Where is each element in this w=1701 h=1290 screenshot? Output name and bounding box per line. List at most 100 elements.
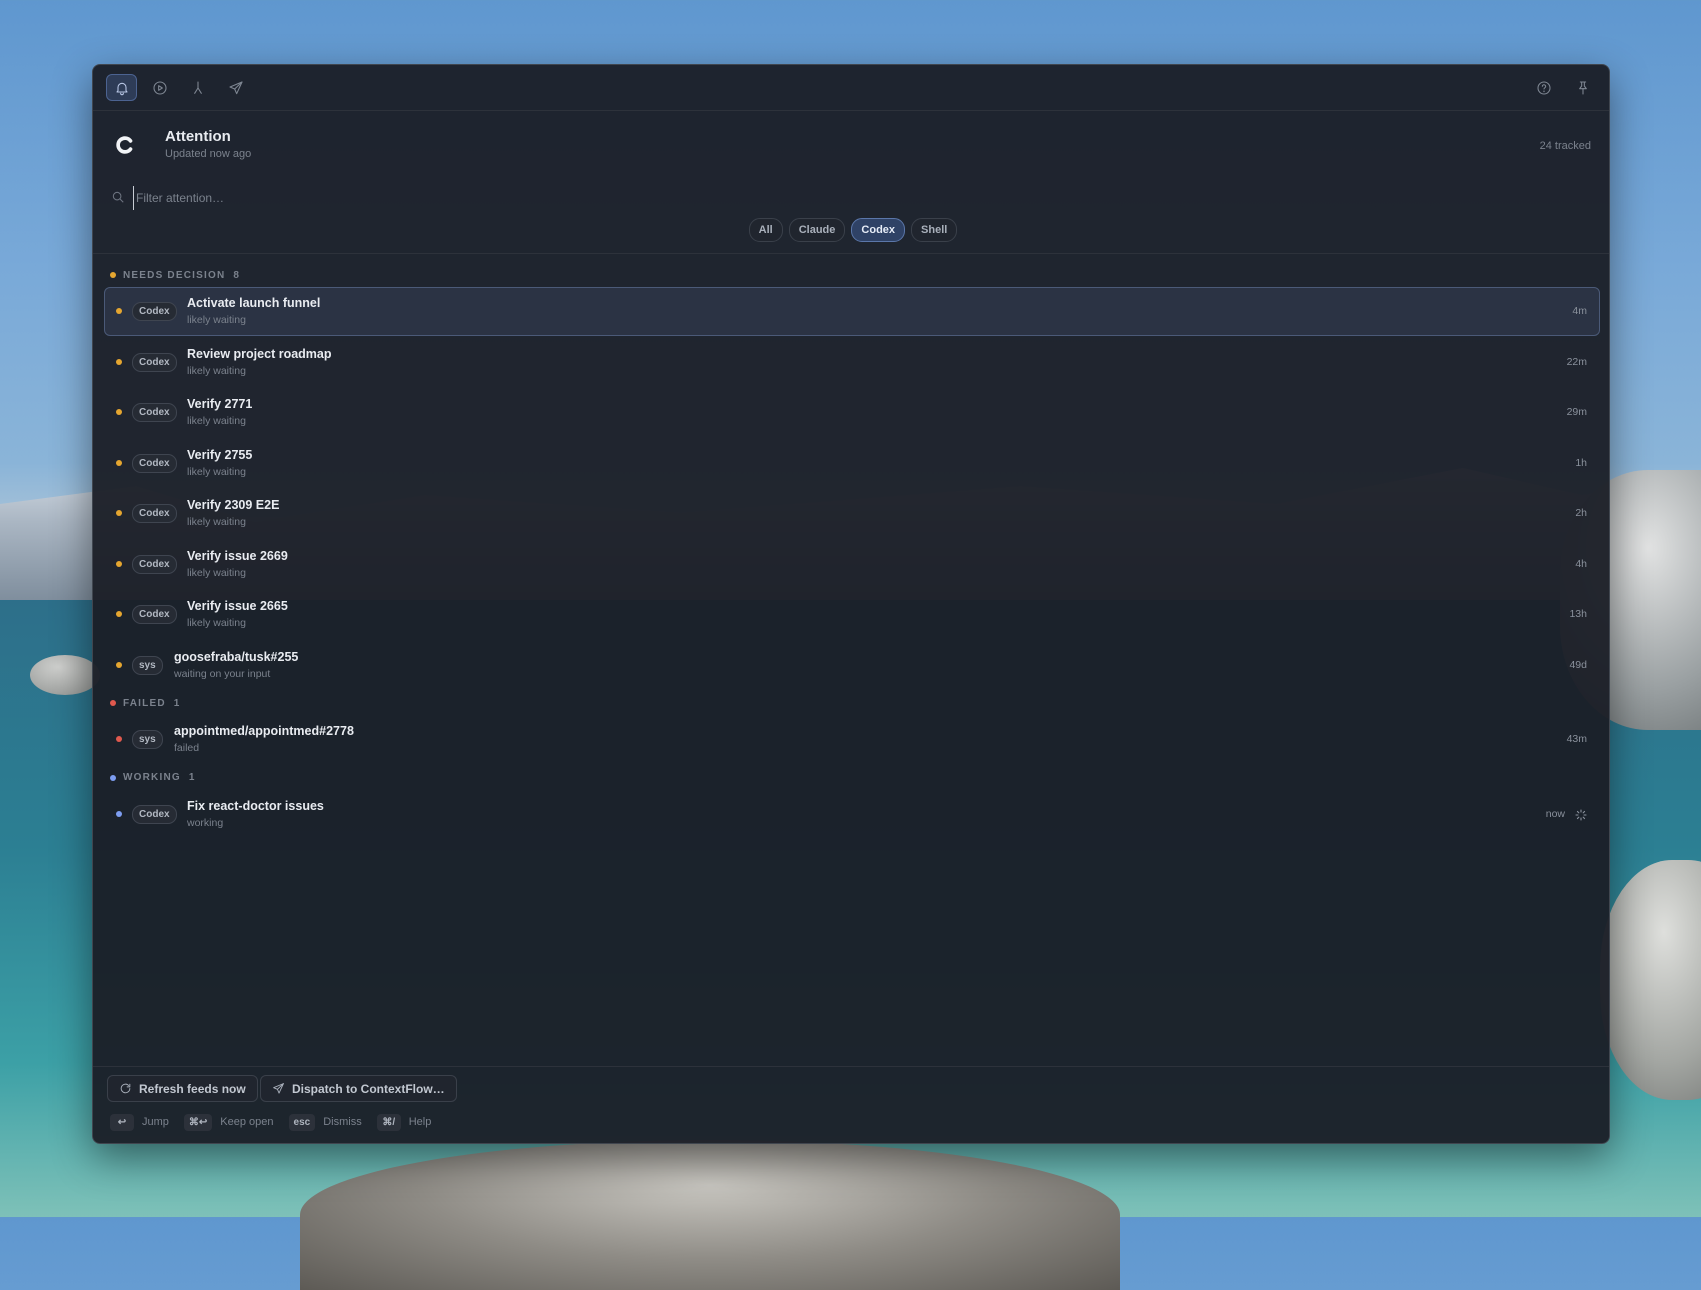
shortcut-key: ⌘↩	[183, 1113, 213, 1131]
dispatch-button[interactable]: Dispatch to ContextFlow…	[260, 1075, 457, 1102]
item-age: 4h	[1575, 557, 1587, 570]
source-badge: Codex	[132, 352, 177, 372]
refresh-feeds-button[interactable]: Refresh feeds now	[107, 1075, 258, 1102]
app-logo	[111, 131, 139, 159]
filter-chip-all[interactable]: All	[748, 218, 783, 242]
list-item[interactable]: Codex Verify 2755 likely waiting 1h	[104, 439, 1600, 488]
help-icon	[1536, 80, 1551, 95]
section-status-dot	[110, 700, 116, 706]
list-item[interactable]: sys goosefraba/tusk#255 waiting on your in…	[104, 641, 1600, 690]
item-age: 4m	[1572, 305, 1587, 317]
item-title: Fix react-doctor issues	[187, 798, 324, 813]
item-status: likely waiting	[187, 314, 246, 326]
search-icon	[112, 191, 124, 203]
section-count: 1	[173, 697, 181, 709]
list-item[interactable]: Codex Verify issue 2669 likely waiting 4h	[104, 540, 1600, 589]
item-title: Review project roadmap	[187, 346, 332, 361]
status-dot	[116, 560, 122, 567]
spinner-icon	[1575, 808, 1587, 821]
item-title: goosefraba/tusk#255	[174, 649, 299, 664]
background-rock	[30, 655, 100, 695]
send-icon	[273, 1083, 284, 1094]
item-age: now	[1545, 807, 1565, 820]
item-status: likely waiting	[187, 415, 246, 427]
status-dot	[116, 308, 122, 314]
shortcut-key: ⌘/	[376, 1113, 401, 1131]
shortcut-label: Jump	[142, 1116, 169, 1128]
status-dot	[116, 409, 122, 415]
footer-divider	[93, 1066, 1609, 1067]
tab-dispatch[interactable]	[220, 74, 251, 101]
help-button[interactable]	[1528, 74, 1559, 101]
item-age: 43m	[1566, 733, 1587, 745]
item-title: Verify issue 2669	[187, 548, 288, 563]
source-badge: Codex	[132, 504, 177, 523]
background-rock	[300, 1140, 1120, 1290]
status-dot	[116, 736, 122, 742]
item-age: 29m	[1566, 406, 1587, 418]
status-dot	[116, 459, 122, 466]
list-item[interactable]: Codex Verify issue 2665 likely waiting 13h	[104, 590, 1600, 639]
section-header-needs-decision: NEEDS DECISION 8	[104, 263, 1600, 287]
status-dot	[116, 661, 122, 668]
item-status: likely waiting	[187, 617, 246, 629]
source-badge: Codex	[132, 605, 177, 624]
filter-input[interactable]	[133, 186, 738, 210]
bell-icon	[115, 82, 128, 95]
source-badge: sys	[132, 730, 163, 749]
item-title: Verify issue 2665	[187, 599, 288, 613]
shortcut-key: esc	[288, 1113, 316, 1131]
list-item[interactable]: Codex Review project roadmap likely waitin…	[104, 338, 1600, 387]
list-item[interactable]: sys appointmed/appointmed#2778 failed 43m	[104, 715, 1600, 764]
tab-branches[interactable]	[182, 74, 213, 101]
merge-icon	[193, 80, 202, 94]
shortcut-label: Help	[408, 1116, 432, 1128]
tab-running[interactable]	[144, 74, 175, 101]
list-item[interactable]: Codex Activate launch funnel likely waitin…	[104, 287, 1600, 336]
source-badge: Codex	[132, 302, 177, 321]
toolbar	[93, 65, 1609, 111]
item-status: likely waiting	[187, 364, 246, 377]
pin-button[interactable]	[1567, 74, 1598, 101]
header: Attention Updated now ago 24 tracked	[111, 125, 1591, 165]
item-age: 13h	[1569, 608, 1587, 620]
item-status: failed	[174, 742, 200, 754]
section-status-dot	[110, 272, 116, 278]
item-title: Verify 2309 E2E	[187, 498, 280, 512]
item-status: likely waiting	[187, 566, 246, 579]
tab-attention[interactable]	[106, 74, 137, 101]
item-title: Verify 2771	[187, 397, 253, 411]
filter-chip-claude[interactable]: Claude	[788, 218, 846, 242]
search-bar	[111, 186, 1591, 210]
list-item[interactable]: Codex Verify 2771 likely waiting 29m	[104, 388, 1600, 437]
item-age: 49d	[1569, 658, 1587, 671]
status-dot	[116, 510, 122, 516]
item-title: appointmed/appointmed#2778	[174, 724, 354, 738]
section-label: NEEDS DECISION	[123, 269, 226, 281]
item-age: 1h	[1575, 456, 1587, 469]
source-badge: Codex	[132, 403, 177, 422]
filter-chip-shell[interactable]: Shell	[911, 218, 958, 242]
section-header-failed: FAILED 1	[104, 691, 1600, 715]
item-status: working	[187, 816, 224, 829]
source-filter-chips: All Claude Codex Shell	[93, 218, 1609, 244]
status-dot	[116, 358, 122, 365]
filter-chip-codex[interactable]: Codex	[851, 218, 906, 242]
send-icon	[228, 80, 243, 94]
list-item[interactable]: Codex Verify 2309 E2E likely waiting 2h	[104, 489, 1600, 538]
shortcut-label: Keep open	[220, 1116, 274, 1128]
dispatch-label: Dispatch to ContextFlow…	[292, 1081, 445, 1096]
item-title: Verify 2755	[187, 447, 253, 462]
list-item[interactable]: Codex Fix react-doctor issues working now	[104, 790, 1600, 839]
item-status: waiting on your input	[174, 667, 271, 680]
page-title: Attention	[165, 128, 231, 145]
shortcut-key: ↩	[110, 1113, 134, 1131]
section-label: WORKING	[123, 772, 181, 783]
item-age: 22m	[1566, 355, 1587, 368]
section-count: 1	[188, 772, 196, 783]
attention-list: NEEDS DECISION 8 Codex Activate launch funn…	[104, 263, 1600, 840]
shortcut-label: Dismiss	[323, 1116, 362, 1128]
status-dot	[116, 810, 122, 817]
section-count: 8	[233, 269, 241, 281]
refresh-icon	[120, 1083, 131, 1094]
